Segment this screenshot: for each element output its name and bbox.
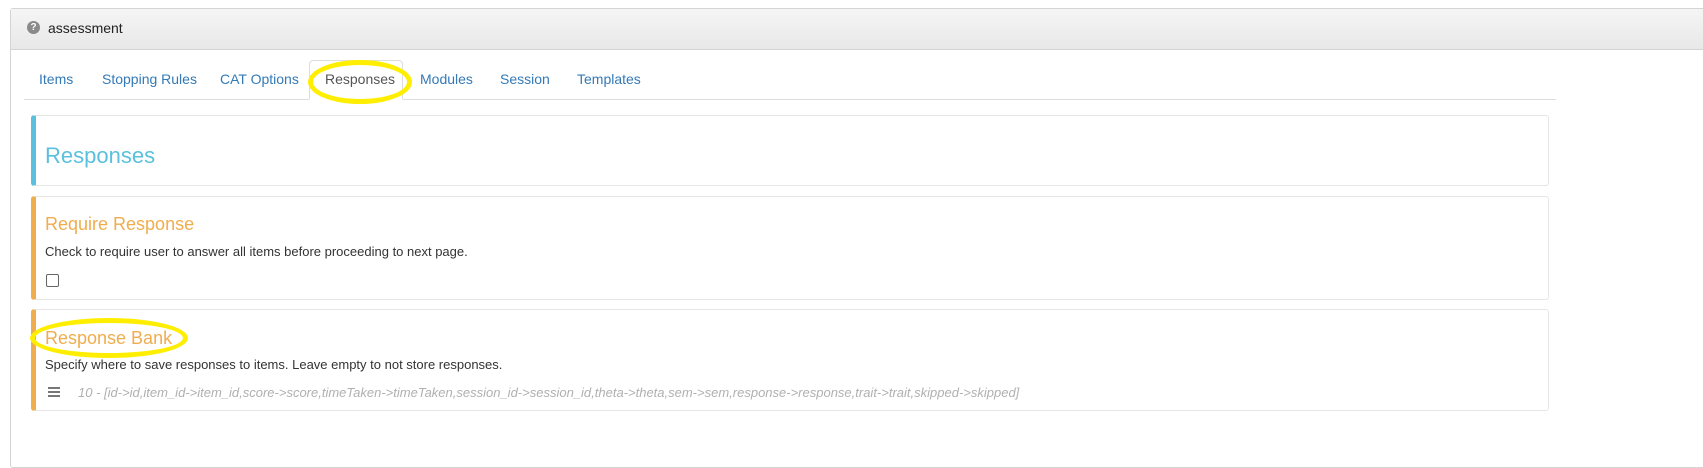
responses-section: Responses [31,115,1549,186]
response-bank-description: Specify where to save responses to items… [45,357,503,372]
require-response-section: Require Response Check to require user t… [31,196,1549,300]
tab-bar: Items Stopping Rules CAT Options Respons… [24,60,1556,100]
require-response-title: Require Response [45,214,195,234]
response-bank-value[interactable]: 10 - [id->id,item_id->item_id,score->sco… [78,385,1019,400]
tab-items[interactable]: Items [24,60,88,98]
response-bank-title: Response Bank [45,328,173,348]
require-response-description: Check to require user to answer all item… [45,244,468,259]
help-icon[interactable]: ? [27,21,40,34]
response-bank-section: Response Bank Specify where to save resp… [31,309,1549,411]
tab-cat-options[interactable]: CAT Options [205,60,314,98]
list-icon[interactable] [48,387,60,399]
tab-modules[interactable]: Modules [405,60,488,98]
panel-heading: ? assessment [11,9,1703,50]
tab-stopping-rules[interactable]: Stopping Rules [87,60,212,98]
tab-templates[interactable]: Templates [562,60,656,98]
section-title: Responses [45,143,156,168]
panel-title: assessment [48,20,123,36]
require-response-checkbox[interactable] [46,274,59,287]
tab-session[interactable]: Session [485,60,565,98]
tab-responses[interactable]: Responses [309,60,403,100]
